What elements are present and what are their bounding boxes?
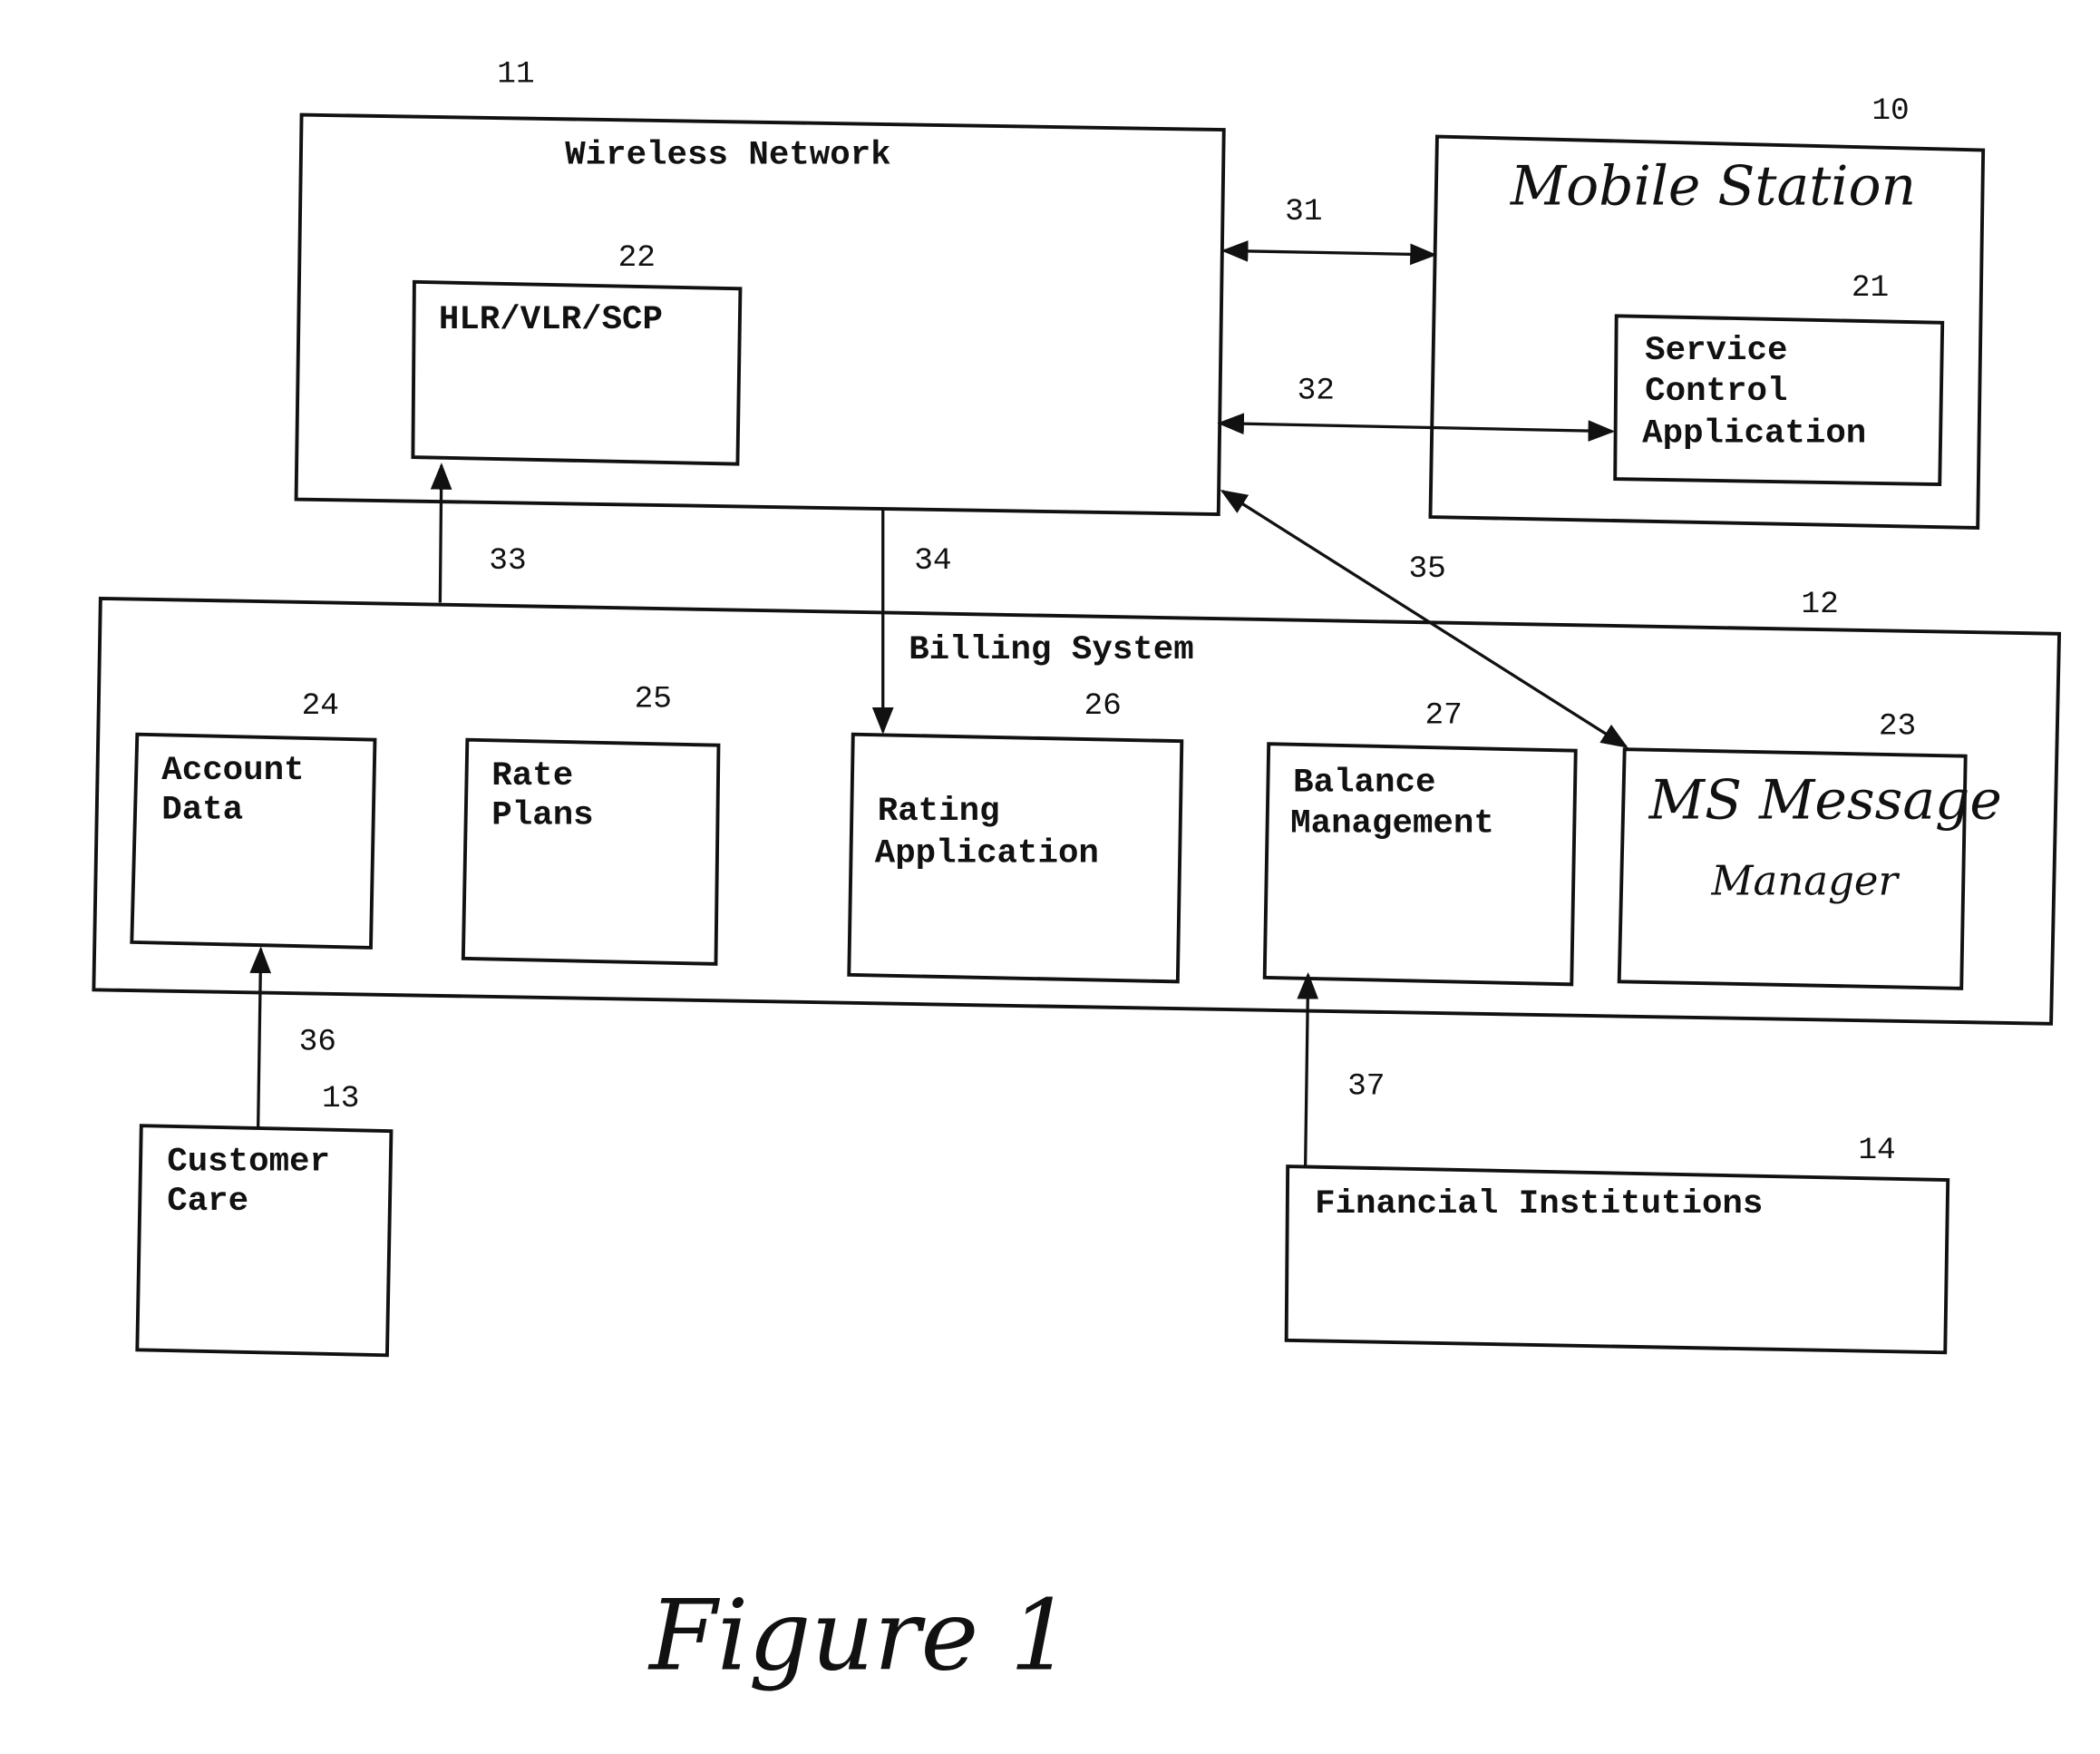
rate-plans-ref: 25 (635, 682, 672, 717)
rate-plans-line-2: Plans (491, 797, 593, 835)
financial-institutions-ref: 14 (1858, 1133, 1895, 1168)
connection-31: 31 (1220, 194, 1437, 266)
service-control-application-node: 21 Service Control Application (1613, 270, 1945, 487)
rating-application-ref: 26 (1084, 688, 1121, 724)
mobile-station-node: 10 Mobile Station (1428, 93, 1986, 530)
balance-management-node: 27 Balance Management (1262, 698, 1578, 987)
ms-message-manager-line-1: MS Message (1648, 769, 2002, 833)
connection-33-ref: 33 (489, 543, 526, 579)
wireless-network-title: Wireless Network (565, 137, 890, 175)
customer-care-node: 13 Customer Care (135, 1081, 394, 1358)
customer-care-line-1: Customer (167, 1144, 330, 1182)
wireless-network-ref: 11 (497, 57, 534, 93)
ms-message-manager-ref: 23 (1879, 709, 1916, 745)
account-data-line-2: Data (161, 792, 243, 830)
hlr-vlr-scp-title: HLR/VLR/SCP (439, 301, 663, 339)
service-control-application-line-3: Application (1642, 415, 1866, 453)
balance-management-line-2: Management (1290, 805, 1494, 843)
billing-system-title: Billing System (909, 631, 1194, 669)
connection-31-ref: 31 (1285, 194, 1322, 229)
connection-32: 32 (1217, 374, 1616, 442)
hlr-vlr-scp-node: 22 HLR/VLR/SCP (411, 240, 743, 466)
mobile-station-ref: 10 (1872, 93, 1909, 129)
connection-36-ref: 36 (299, 1024, 336, 1059)
service-control-application-ref: 21 (1852, 270, 1889, 306)
rating-application-line-1: Rating (878, 793, 1000, 831)
mobile-station-title: Mobile Station (1510, 154, 1916, 218)
rate-plans-line-1: Rate (491, 757, 573, 795)
balance-management-line-1: Balance (1293, 765, 1435, 803)
billing-system-ref: 12 (1801, 587, 1838, 622)
connection-34: 34 (871, 510, 952, 735)
wireless-network-node: 11 Wireless Network (294, 57, 1226, 516)
rating-application-node: 26 Rating Application (847, 688, 1184, 984)
figure-caption: Figure 1 (647, 1579, 1072, 1692)
hlr-vlr-scp-ref: 22 (618, 240, 656, 276)
account-data-ref: 24 (302, 688, 339, 724)
connection-34-ref: 34 (914, 543, 951, 579)
customer-care-line-2: Care (167, 1183, 248, 1221)
service-control-application-line-2: Control (1645, 373, 1787, 411)
service-control-application-line-1: Service (1645, 332, 1787, 370)
connection-33: 33 (430, 463, 527, 603)
rate-plans-node: 25 Rate Plans (461, 682, 721, 966)
customer-care-ref: 13 (322, 1081, 359, 1116)
account-data-node: 24 Account Data (130, 688, 377, 950)
connection-35-ref: 35 (1408, 551, 1445, 587)
connection-37-ref: 37 (1347, 1069, 1385, 1105)
connection-32-ref: 32 (1298, 374, 1335, 409)
rating-application-line-2: Application (875, 835, 1099, 873)
financial-institutions-title: Financial Institutions (1315, 1185, 1763, 1223)
account-data-line-1: Account (161, 752, 304, 790)
ms-message-manager-node: 23 MS Message Manager (1617, 709, 2002, 990)
ms-message-manager-line-2: Manager (1711, 856, 1901, 904)
connection-37: 37 (1297, 971, 1385, 1167)
balance-management-ref: 27 (1424, 698, 1462, 734)
block-diagram: 11 Wireless Network 22 HLR/VLR/SCP 10 Mo… (92, 57, 2062, 1692)
financial-institutions-node: 14 Financial Institutions (1284, 1133, 1950, 1355)
